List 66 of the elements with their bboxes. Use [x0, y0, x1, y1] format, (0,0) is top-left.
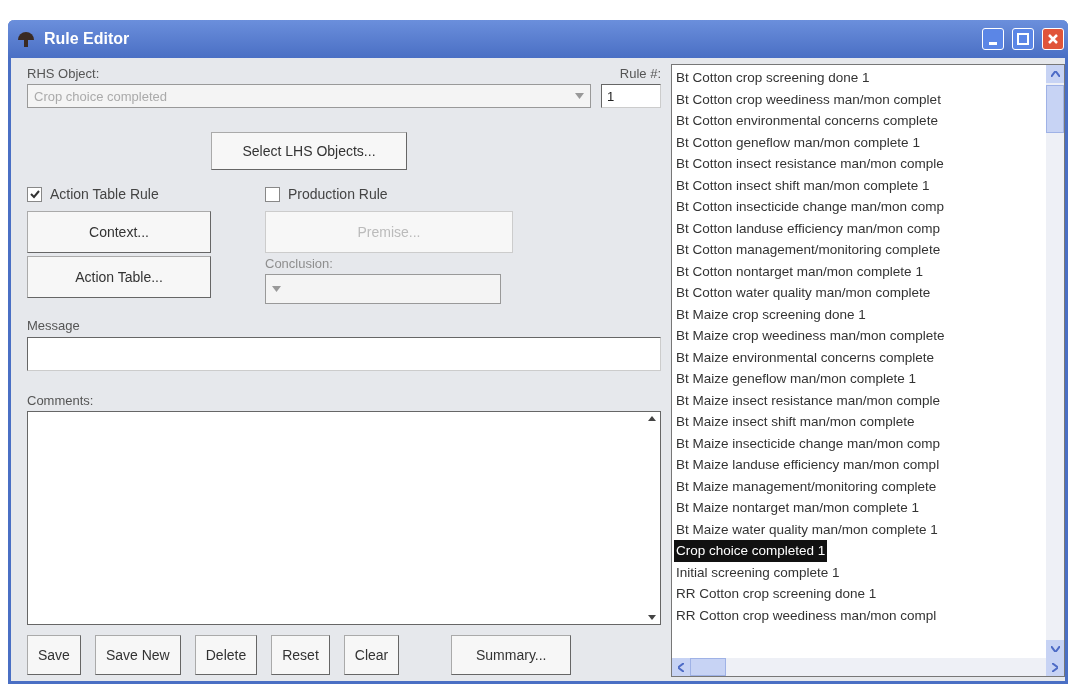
list-item[interactable]: Bt Cotton geneflow man/mon complete 1 [674, 131, 922, 153]
list-item[interactable]: Bt Cotton crop weediness man/mon complet [674, 88, 943, 110]
list-item[interactable]: Bt Cotton insecticide change man/mon comp [674, 196, 946, 218]
maximize-button[interactable] [1012, 28, 1034, 50]
horizontal-scrollbar[interactable] [672, 658, 1064, 676]
select-lhs-objects-button[interactable]: Select LHS Objects... [211, 132, 407, 170]
rule-number-field[interactable]: 1 [601, 84, 661, 108]
list-item[interactable]: Bt Cotton nontarget man/mon complete 1 [674, 260, 925, 282]
conclusion-label: Conclusion: [265, 256, 334, 271]
action-table-button[interactable]: Action Table... [27, 256, 211, 298]
list-item[interactable]: Bt Maize management/monitoring complete [674, 475, 939, 497]
minimize-icon [989, 41, 997, 45]
reset-button[interactable]: Reset [271, 635, 330, 675]
minimize-button[interactable] [982, 28, 1004, 50]
save-new-button[interactable]: Save New [94, 635, 181, 675]
list-item[interactable]: Bt Maize environmental concerns complete [674, 346, 937, 368]
dropdown-arrow-icon [575, 93, 584, 99]
delete-button[interactable]: Delete [194, 635, 258, 675]
close-icon [1047, 33, 1059, 45]
scroll-up-icon[interactable] [648, 416, 656, 421]
list-item[interactable]: Bt Cotton insect resistance man/mon comple [674, 153, 946, 175]
message-field[interactable] [27, 337, 661, 371]
list-item[interactable]: Bt Maize landuse efficiency man/mon compl [674, 454, 942, 476]
comments-field[interactable] [27, 411, 661, 625]
list-item[interactable]: Bt Maize insect shift man/mon complete [674, 411, 917, 433]
app-icon [16, 30, 36, 48]
save-button[interactable]: Save [27, 635, 81, 675]
list-item[interactable]: Crop choice completed 1 [674, 540, 828, 562]
list-item[interactable]: RR Cotton crop screening done 1 [674, 583, 879, 605]
list-item[interactable]: Bt Maize insecticide change man/mon comp [674, 432, 943, 454]
message-label: Message [27, 318, 81, 333]
comments-label: Comments: [27, 393, 95, 408]
list-item[interactable]: Bt Cotton management/monitoring complete [674, 239, 943, 261]
list-item[interactable]: Bt Maize water quality man/mon complete 1 [674, 518, 940, 540]
scroll-right-icon[interactable] [1052, 662, 1058, 672]
checkbox[interactable] [27, 186, 42, 202]
list-item[interactable]: Bt Maize nontarget man/mon complete 1 [674, 497, 922, 519]
object-list[interactable] [671, 64, 1065, 677]
rhs-object-label: RHS Object: [27, 66, 101, 81]
production-rule-label: Production Rule [288, 186, 388, 202]
list-item[interactable]: Bt Maize insect resistance man/mon comple [674, 389, 943, 411]
list-item[interactable]: Bt Maize crop weediness man/mon complete [674, 325, 947, 347]
context-button[interactable]: Context... [27, 211, 211, 253]
close-button[interactable] [1042, 28, 1064, 50]
list-item[interactable]: Bt Cotton insect shift man/mon complete 1 [674, 174, 932, 196]
list-item[interactable]: Bt Cotton environmental concerns complete [674, 110, 940, 132]
dropdown-arrow-icon [272, 286, 281, 292]
action-table-rule-label: Action Table Rule [50, 186, 159, 202]
list-item[interactable]: Bt Cotton water quality man/mon complete [674, 282, 933, 304]
list-item[interactable]: Bt Cotton landuse efficiency man/mon comp [674, 217, 942, 239]
scroll-down-icon[interactable] [648, 615, 656, 620]
maximize-icon [1017, 33, 1029, 45]
window-title: Rule Editor [44, 30, 131, 48]
scrollbar-thumb[interactable] [1046, 85, 1064, 133]
vertical-scrollbar[interactable] [1046, 65, 1064, 658]
clear-button[interactable]: Clear [343, 635, 400, 675]
scroll-left-icon[interactable] [678, 662, 684, 672]
scrollbar-thumb[interactable] [690, 658, 726, 676]
list-item[interactable]: RR Cotton crop weediness man/mon compl [674, 604, 939, 626]
conclusion-dropdown[interactable] [265, 274, 501, 304]
rule-number-label: Rule #: [618, 66, 661, 81]
list-item[interactable]: Bt Maize crop screening done 1 [674, 303, 868, 325]
list-item[interactable]: Bt Cotton crop screening done 1 [674, 67, 872, 89]
list-item[interactable]: Bt Maize geneflow man/mon complete 1 [674, 368, 919, 390]
list-item[interactable]: Initial screening complete 1 [674, 561, 842, 583]
summary-button[interactable]: Summary... [451, 635, 572, 675]
